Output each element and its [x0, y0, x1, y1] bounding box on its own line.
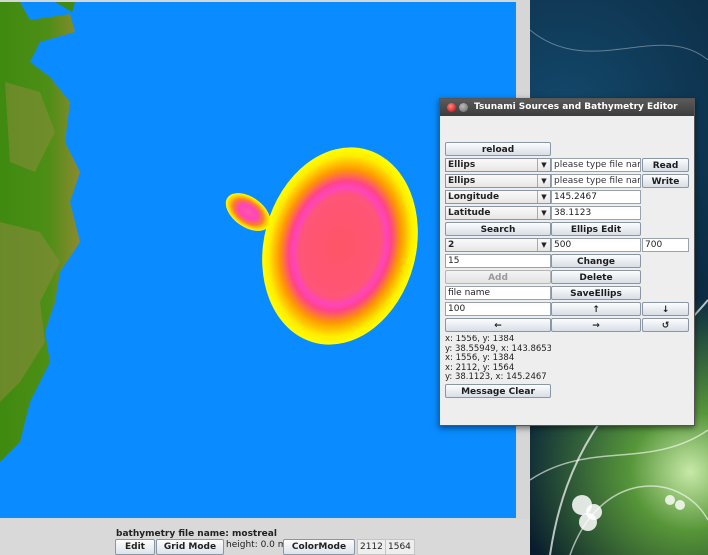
ellipse-index-value: 2: [448, 240, 455, 250]
type-select-1[interactable]: Ellips ▼: [445, 158, 551, 172]
rotate-icon: ↺: [661, 321, 670, 331]
source-ellipse-large[interactable]: [241, 130, 440, 363]
read-button[interactable]: Read: [642, 158, 689, 172]
latitude-select-value: Latitude: [448, 208, 491, 218]
height-label: height: 0.0 m: [226, 540, 287, 550]
move-left-button[interactable]: ←: [445, 318, 551, 332]
longitude-input[interactable]: 145.2467: [551, 190, 641, 204]
longitude-select-value: Longitude: [448, 192, 500, 202]
longitude-select[interactable]: Longitude ▼: [445, 190, 551, 204]
bathymetry-file-label: bathymetry file name: mostreal: [116, 529, 277, 539]
move-right-button[interactable]: →: [551, 318, 641, 332]
rotate-button[interactable]: ↺: [642, 318, 689, 332]
type-select-1-value: Ellips: [448, 160, 476, 170]
latitude-input[interactable]: 38.1123: [551, 206, 641, 220]
change-button[interactable]: Change: [551, 254, 641, 268]
delete-button[interactable]: Delete: [551, 270, 641, 284]
chevron-down-icon: ▼: [537, 207, 550, 219]
ellipse-angle-input[interactable]: 15: [445, 254, 551, 268]
file-name-input-write[interactable]: please type file name: [551, 174, 641, 188]
move-up-button[interactable]: ↑: [551, 302, 641, 316]
arrow-left-icon: ←: [494, 321, 502, 331]
landmass: [0, 2, 80, 462]
arrow-down-icon: ↓: [661, 305, 670, 315]
chevron-down-icon: ▼: [537, 159, 550, 171]
edit-button[interactable]: Edit: [115, 539, 155, 555]
file-name-input-read[interactable]: please type file name: [551, 158, 641, 172]
grid-mode-button[interactable]: Grid Mode: [156, 539, 224, 555]
minimize-icon[interactable]: [459, 103, 468, 112]
write-button[interactable]: Write: [642, 174, 689, 188]
message-clear-button[interactable]: Message Clear: [445, 384, 551, 398]
message-line: y: 38.1123, x: 145.2467: [445, 372, 547, 383]
status-bar: bathymetry file name: mostreal Edit Grid…: [0, 519, 530, 555]
coord-y-field: 1564: [385, 539, 415, 555]
ellipse-index-select[interactable]: 2 ▼: [445, 238, 551, 252]
move-step-input[interactable]: 100: [445, 302, 551, 316]
ellipse-width-input[interactable]: 500: [551, 238, 641, 252]
type-select-2[interactable]: Ellips ▼: [445, 174, 551, 188]
window-titlebar[interactable]: Tsunami Sources and Bathymetry Editor: [440, 99, 694, 116]
chevron-down-icon: ▼: [537, 191, 550, 203]
coord-x-field: 2112: [357, 539, 387, 555]
chevron-down-icon: ▼: [537, 175, 550, 187]
search-button[interactable]: Search: [445, 222, 551, 236]
ellipse-height-input[interactable]: 700: [642, 238, 689, 252]
move-down-button[interactable]: ↓: [642, 302, 689, 316]
message-log: x: 1556, y: 1384 y: 38.55949, x: 143.865…: [445, 335, 551, 383]
type-select-2-value: Ellips: [448, 176, 476, 186]
arrow-up-icon: ↑: [592, 305, 600, 315]
save-ellips-button[interactable]: SaveEllips: [551, 286, 641, 300]
add-button[interactable]: Add: [445, 270, 551, 284]
latitude-select[interactable]: Latitude ▼: [445, 206, 551, 220]
arrow-right-icon: →: [592, 321, 600, 331]
window-title: Tsunami Sources and Bathymetry Editor: [474, 102, 678, 112]
chevron-down-icon: ▼: [537, 239, 550, 251]
ellips-edit-button[interactable]: Ellips Edit: [551, 222, 641, 236]
color-mode-button[interactable]: ColorMode: [283, 539, 355, 555]
ellipse-file-name-input[interactable]: file name: [445, 286, 551, 300]
reload-button[interactable]: reload: [445, 142, 551, 156]
editor-window: Tsunami Sources and Bathymetry Editor re…: [439, 98, 695, 426]
close-icon[interactable]: [447, 103, 456, 112]
